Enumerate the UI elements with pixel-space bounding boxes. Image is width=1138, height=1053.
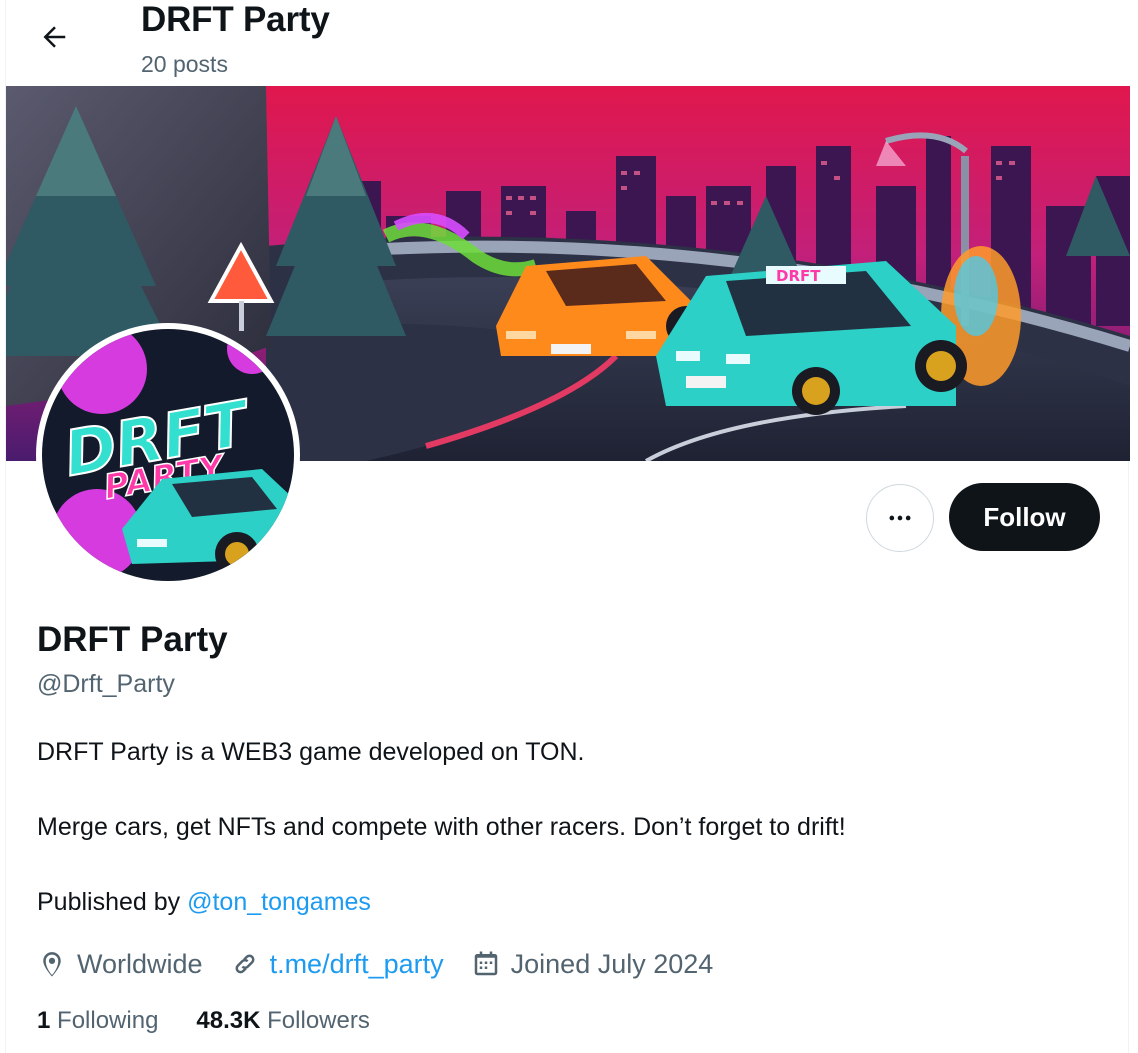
header-title: DRFT Party <box>141 0 330 39</box>
bio-published-by: Published by <box>37 888 181 916</box>
publisher-mention-link[interactable]: @ton_tongames <box>187 888 371 916</box>
back-button[interactable] <box>34 17 74 57</box>
location-pin-icon <box>43 952 61 977</box>
avatar-image: DRFT PARTY <box>42 329 294 581</box>
bio-line-2: Merge cars, get NFTs and compete with ot… <box>37 813 846 841</box>
followers-count: 48.3K <box>196 1007 261 1034</box>
following-count: 1 <box>37 1007 51 1034</box>
profile-meta: Worldwide t.me/drft_party Joined July 20… <box>37 947 740 981</box>
more-horizontal-icon <box>889 515 911 521</box>
follow-button[interactable]: Follow <box>949 483 1100 551</box>
profile-name: DRFT Party <box>37 620 228 659</box>
arrow-left-icon <box>43 26 66 48</box>
following-link[interactable]: 1 Following <box>37 1007 158 1035</box>
profile-avatar[interactable]: DRFT PARTY <box>36 323 300 587</box>
location-item: Worldwide <box>37 949 203 980</box>
bio-line-3: Published by @ton_tongames <box>37 888 371 917</box>
website-link[interactable]: t.me/drft_party <box>270 949 444 980</box>
more-options-button[interactable] <box>866 484 934 552</box>
profile-handle: @Drft_Party <box>37 670 175 698</box>
joined-text: Joined July 2024 <box>510 948 714 979</box>
following-label: Following <box>57 1007 159 1034</box>
bio-line-1: DRFT Party is a WEB3 game developed on T… <box>37 738 585 766</box>
followers-link[interactable]: 48.3K Followers <box>196 1007 369 1035</box>
joined-item: Joined July 2024 <box>471 948 714 980</box>
calendar-icon <box>474 951 497 976</box>
profile-page: DRFT Party 20 posts DRFT DRFT PARTY Foll… <box>5 0 1130 1053</box>
link-icon <box>235 954 255 974</box>
website-item[interactable]: t.me/drft_party <box>230 949 444 980</box>
followers-label: Followers <box>267 1007 370 1034</box>
follow-stats: 1 Following 48.3K Followers <box>37 1007 408 1035</box>
location-text: Worldwide <box>77 948 203 979</box>
profile-header-bar: DRFT Party 20 posts <box>6 0 1130 86</box>
banner-car-hood-text: DRFT <box>776 267 821 285</box>
posts-count: 20 posts <box>141 51 228 77</box>
